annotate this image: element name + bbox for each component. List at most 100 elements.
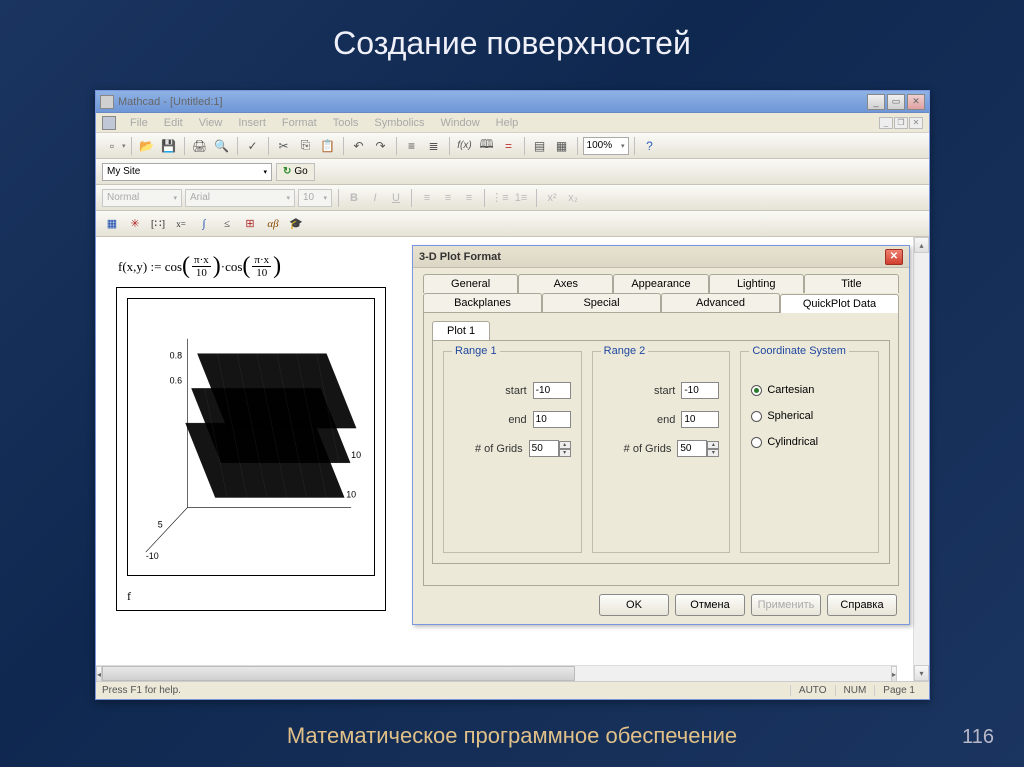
slide-footer: Математическое программное обеспечение bbox=[0, 723, 1024, 749]
italic-icon[interactable]: I bbox=[366, 189, 384, 207]
spinner-icon[interactable]: ▴▾ bbox=[707, 441, 719, 457]
mdi-close[interactable]: ✕ bbox=[909, 117, 923, 129]
graph-icon[interactable]: ✳ bbox=[125, 214, 145, 234]
range2-end-input[interactable] bbox=[681, 411, 719, 428]
maximize-button[interactable]: ▭ bbox=[887, 94, 905, 110]
menu-help[interactable]: Help bbox=[488, 115, 527, 131]
horizontal-scrollbar[interactable]: ◂ ▸ bbox=[96, 665, 897, 681]
range2-legend: Range 2 bbox=[601, 345, 649, 357]
document-area[interactable]: f(x,y) := cos ( π·x10 ) ·cos ( π·x10 ) bbox=[96, 237, 913, 681]
boolean-icon[interactable]: ≤ bbox=[217, 214, 237, 234]
close-button[interactable]: ✕ bbox=[907, 94, 925, 110]
menu-window[interactable]: Window bbox=[433, 115, 488, 131]
fx-icon[interactable]: f(x) bbox=[455, 136, 475, 156]
menu-symbolics[interactable]: Symbolics bbox=[366, 115, 432, 131]
matrix-icon[interactable]: [∷] bbox=[148, 214, 168, 234]
mdi-restore[interactable]: ❐ bbox=[894, 117, 908, 129]
bold-icon[interactable]: B bbox=[345, 189, 363, 207]
tab-title[interactable]: Title bbox=[804, 274, 899, 293]
mdi-minimize[interactable]: _ bbox=[879, 117, 893, 129]
menu-tools[interactable]: Tools bbox=[325, 115, 367, 131]
style-select[interactable]: Normal bbox=[102, 189, 182, 207]
site-select[interactable]: My Site bbox=[102, 163, 272, 181]
status-auto: AUTO bbox=[790, 685, 835, 696]
font-select[interactable]: Arial bbox=[185, 189, 295, 207]
menu-view[interactable]: View bbox=[191, 115, 231, 131]
menu-format[interactable]: Format bbox=[274, 115, 325, 131]
range2-start-input[interactable] bbox=[681, 382, 719, 399]
range2-grids-input[interactable] bbox=[677, 440, 707, 457]
zoom-select[interactable]: 100% bbox=[583, 137, 629, 155]
range1-start-input[interactable] bbox=[533, 382, 571, 399]
symbolic-icon[interactable]: 🎓 bbox=[286, 214, 306, 234]
calculator-icon[interactable]: ▦ bbox=[102, 214, 122, 234]
subscript-icon[interactable]: x₂ bbox=[564, 189, 582, 207]
paste-icon[interactable]: 📋 bbox=[318, 136, 338, 156]
coord-legend: Coordinate System bbox=[749, 345, 849, 357]
greek-icon[interactable]: αβ bbox=[263, 214, 283, 234]
tab-advanced[interactable]: Advanced bbox=[661, 293, 780, 312]
menu-edit[interactable]: Edit bbox=[156, 115, 191, 131]
cut-icon[interactable]: ✂ bbox=[274, 136, 294, 156]
subtab-plot1[interactable]: Plot 1 bbox=[432, 321, 490, 340]
insert-icon[interactable]: ▦ bbox=[552, 136, 572, 156]
help-icon[interactable]: ? bbox=[640, 136, 660, 156]
open-icon[interactable]: 📂 bbox=[137, 136, 157, 156]
doc-icon bbox=[102, 116, 116, 130]
status-help: Press F1 for help. bbox=[102, 685, 181, 696]
new-icon[interactable]: ▫ bbox=[102, 136, 122, 156]
numbers-icon[interactable]: 1≡ bbox=[512, 189, 530, 207]
menu-file[interactable]: File bbox=[122, 115, 156, 131]
ok-button[interactable]: OK bbox=[599, 594, 669, 616]
titlebar: Mathcad - [Untitled:1] _ ▭ ✕ bbox=[96, 91, 929, 113]
preview-icon[interactable]: 🔍 bbox=[212, 136, 232, 156]
align-right-icon[interactable]: ≡ bbox=[460, 189, 478, 207]
print-icon[interactable]: 🖨 bbox=[190, 136, 210, 156]
copy-icon[interactable]: ⎘ bbox=[296, 136, 316, 156]
align-left-icon[interactable]: ≡ bbox=[418, 189, 436, 207]
align2-icon[interactable]: ≣ bbox=[424, 136, 444, 156]
menu-insert[interactable]: Insert bbox=[230, 115, 274, 131]
mathcad-window: Mathcad - [Untitled:1] _ ▭ ✕ File Edit V… bbox=[95, 90, 930, 700]
status-page: Page 1 bbox=[874, 685, 923, 696]
align-icon[interactable]: ≡ bbox=[402, 136, 422, 156]
calc-icon[interactable]: = bbox=[499, 136, 519, 156]
save-icon[interactable]: 💾 bbox=[159, 136, 179, 156]
tab-general[interactable]: General bbox=[423, 274, 518, 293]
dialog-close-button[interactable]: ✕ bbox=[885, 249, 903, 265]
tab-appearance[interactable]: Appearance bbox=[613, 274, 708, 293]
calculus-icon[interactable]: ∫ bbox=[194, 214, 214, 234]
help-button[interactable]: Справка bbox=[827, 594, 897, 616]
bullets-icon[interactable]: ⋮≡ bbox=[491, 189, 509, 207]
range1-grids-input[interactable] bbox=[529, 440, 559, 457]
minimize-button[interactable]: _ bbox=[867, 94, 885, 110]
unit-icon[interactable]: 🕮 bbox=[477, 136, 497, 156]
radio-cylindrical[interactable]: Cylindrical bbox=[751, 436, 868, 448]
cancel-button[interactable]: Отмена bbox=[675, 594, 745, 616]
tab-backplanes[interactable]: Backplanes bbox=[423, 293, 542, 312]
formula[interactable]: f(x,y) := cos ( π·x10 ) ·cos ( π·x10 ) bbox=[118, 253, 281, 280]
radio-spherical[interactable]: Spherical bbox=[751, 410, 868, 422]
underline-icon[interactable]: U bbox=[387, 189, 405, 207]
undo-icon[interactable]: ↶ bbox=[349, 136, 369, 156]
tab-axes[interactable]: Axes bbox=[518, 274, 613, 293]
group-range1: Range 1 start end # of Grids ▴▾ bbox=[443, 351, 582, 553]
range1-end-input[interactable] bbox=[533, 411, 571, 428]
apply-button[interactable]: Применить bbox=[751, 594, 821, 616]
redo-icon[interactable]: ↷ bbox=[371, 136, 391, 156]
spell-icon[interactable]: ✓ bbox=[243, 136, 263, 156]
superscript-icon[interactable]: x² bbox=[543, 189, 561, 207]
tab-quickplot-data[interactable]: QuickPlot Data bbox=[780, 294, 899, 313]
spinner-icon[interactable]: ▴▾ bbox=[559, 441, 571, 457]
go-button[interactable]: Go bbox=[276, 163, 315, 181]
tab-special[interactable]: Special bbox=[542, 293, 661, 312]
eval-icon[interactable]: x= bbox=[171, 214, 191, 234]
component-icon[interactable]: ▤ bbox=[530, 136, 550, 156]
vertical-scrollbar[interactable]: ▴ ▾ bbox=[913, 237, 929, 681]
programming-icon[interactable]: ⊞ bbox=[240, 214, 260, 234]
align-center-icon[interactable]: ≡ bbox=[439, 189, 457, 207]
size-select[interactable]: 10 bbox=[298, 189, 332, 207]
plot-region[interactable]: 0.8 0.6 5 -10 10 10 bbox=[116, 287, 386, 611]
tab-lighting[interactable]: Lighting bbox=[709, 274, 804, 293]
radio-cartesian[interactable]: Cartesian bbox=[751, 384, 868, 396]
